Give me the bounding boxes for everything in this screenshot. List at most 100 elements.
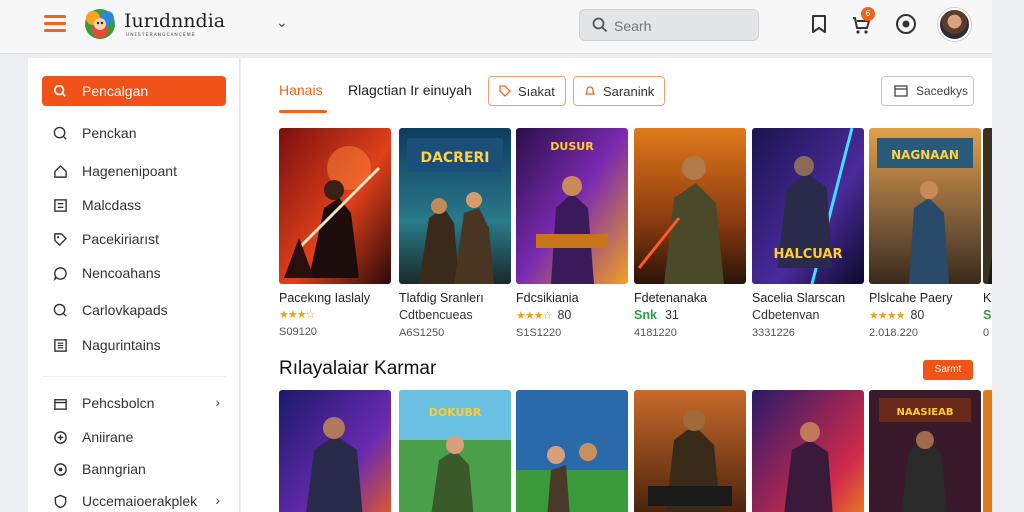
- box-icon: [52, 395, 68, 411]
- home-icon: [52, 163, 68, 179]
- game-title: Fdcsikiania: [516, 291, 579, 305]
- game-card[interactable]: DUSUR Fdcsikiania ★★★☆ 80 S1S1220: [516, 128, 628, 339]
- sidebar-item-pehcsbolcn[interactable]: Pehcsbolcn ›: [42, 388, 226, 418]
- settings-label: Sacedkys: [916, 84, 969, 98]
- game-title: Tlafdig Sranlerı: [399, 291, 484, 305]
- svg-text:DACRERI: DACRERI: [420, 150, 489, 166]
- search-input[interactable]: [614, 15, 754, 37]
- game-cover-image: [279, 128, 391, 284]
- plus-circle-icon: [52, 429, 68, 445]
- search-icon: [52, 125, 68, 141]
- chevron-down-icon[interactable]: ⌄: [276, 14, 288, 31]
- sidebar-item-nagurintains[interactable]: Nagurintains: [42, 330, 226, 360]
- search-box[interactable]: [579, 9, 759, 41]
- main-content: Hanais Rlagctian Ir einuyah Sıakat Saran…: [241, 58, 992, 512]
- sidebar-item-penckan[interactable]: Penckan: [42, 118, 226, 148]
- game-card[interactable]: NI Karkar Sns 0 5 2 2: [983, 128, 992, 339]
- game-title: Karkar: [983, 291, 992, 305]
- rating-value: 31: [664, 308, 679, 322]
- game-cover-image[interactable]: [634, 390, 746, 512]
- sidebar-item-label: Nagurintains: [82, 337, 161, 353]
- game-price: 2.018.220: [869, 327, 918, 339]
- game-rating: ★★★★ 80: [869, 308, 981, 322]
- game-cover-image[interactable]: DOKUBR: [399, 390, 511, 512]
- sidebar-item-label: Hagenenipoant: [82, 163, 177, 179]
- sidebar-item-aniirane[interactable]: Aniirane: [42, 422, 226, 452]
- sidebar-item-label: Malcdass: [82, 197, 142, 213]
- sidebar-item-uccemaioerakplek[interactable]: Uccemaioerakplek ›: [42, 486, 226, 512]
- cover-text: DOKUBR: [429, 406, 482, 419]
- search-icon: [592, 17, 608, 33]
- chevron-right-icon: ›: [215, 492, 220, 508]
- game-price: S1S1220: [516, 327, 562, 339]
- cover-text: NAASIEAB: [897, 407, 954, 418]
- sidebar-item-nencoahans[interactable]: Nencoahans: [42, 258, 226, 288]
- sidebar-item-carlovkapads[interactable]: Carlovkapads: [42, 295, 226, 325]
- sidebar-item-pacekiriarist[interactable]: Pacekiriarıst: [42, 224, 226, 254]
- game-cover-image[interactable]: [983, 390, 992, 512]
- sidebar-item-label: Banngrian: [82, 461, 146, 477]
- svg-text:NAGNAAN: NAGNAAN: [891, 148, 959, 162]
- game-subtitle: Cdtbencueas: [399, 308, 473, 322]
- currency-icon[interactable]: [894, 12, 918, 36]
- svg-text:HALCUAR: HALCUAR: [774, 247, 843, 262]
- menu-icon[interactable]: [44, 15, 66, 33]
- game-card[interactable]: NAGNAAN Plslcahe Paery ★★★★ 80 2.018.220: [869, 128, 981, 339]
- tag-icon: [499, 85, 511, 97]
- rating-value: 80: [910, 308, 925, 322]
- filter-label: Saranink: [603, 83, 655, 99]
- game-cover-image: NI: [983, 128, 992, 284]
- tab-rlagctian[interactable]: Rlagctian Ir einuyah: [348, 82, 472, 98]
- game-price: S09120: [279, 326, 317, 338]
- game-card[interactable]: HALCUAR Sacelia Slarscan Cdbetenvan 3331…: [752, 128, 864, 339]
- app-tagline: ᴜɴɪꜱᴛᴇʀᴀɴɢᴄᴀɴᴄᴇᴍᴇ: [126, 32, 196, 38]
- game-title: Pacekıng Iaslaly: [279, 291, 371, 305]
- app-name: Iurıdnndia: [124, 10, 226, 32]
- shield-icon: [52, 493, 68, 509]
- avatar[interactable]: [938, 8, 971, 41]
- star-rating-icon: ★★★☆: [279, 309, 315, 321]
- svg-text:DUSUR: DUSUR: [550, 140, 594, 153]
- filter-saranink-button[interactable]: Saranink: [573, 76, 666, 106]
- sidebar-item-label: Pencalgan: [82, 83, 149, 99]
- settings-button[interactable]: Sacedkys: [881, 76, 974, 106]
- game-title: Sacelia Slarscan: [752, 291, 846, 305]
- app-logo[interactable]: [82, 6, 118, 42]
- game-subtitle: Cdbetenvan: [752, 308, 820, 322]
- filter-label: Sıakat: [518, 83, 555, 99]
- rating-value: 80: [557, 308, 572, 322]
- sidebar-item-label: Nencoahans: [82, 265, 161, 281]
- sidebar-item-malcdass[interactable]: Malcdass: [42, 190, 226, 220]
- star-rating-icon: ★★★☆: [516, 309, 552, 322]
- game-price: 4181220: [634, 327, 677, 339]
- game-cover-image[interactable]: [752, 390, 864, 512]
- bookmark-icon[interactable]: [807, 12, 831, 36]
- filter-sıakat-button[interactable]: Sıakat: [488, 76, 566, 106]
- game-card[interactable]: Pacekıng Iaslaly ★★★☆ S09120: [279, 128, 391, 338]
- game-cover-image: DUSUR: [516, 128, 628, 284]
- link-icon: [52, 461, 68, 477]
- see-all-button[interactable]: Sarmt: [923, 360, 973, 380]
- tag-icon: [52, 231, 68, 247]
- sidebar-item-pencalgan[interactable]: Pencalgan: [42, 76, 226, 106]
- game-rating: ★★★☆ 80: [516, 308, 628, 322]
- tab-hanais[interactable]: Hanais: [279, 82, 323, 98]
- notification-badge: 6: [861, 7, 875, 21]
- status-badge: Sns: [983, 308, 992, 322]
- sidebar-item-banngrian[interactable]: Banngrian: [42, 454, 226, 484]
- game-cover-image[interactable]: [516, 390, 628, 512]
- sidebar-item-label: Carlovkapads: [82, 302, 168, 318]
- sidebar-item-hagenenipoant[interactable]: Hagenenipoant: [42, 156, 226, 186]
- sidebar-divider: [42, 376, 226, 377]
- game-card[interactable]: Fdetenanaka Snk 31 4181220: [634, 128, 746, 339]
- game-rating: ★★★☆: [279, 308, 391, 321]
- game-cover-image[interactable]: NAASIEAB: [869, 390, 981, 512]
- game-price: A6S1250: [399, 327, 445, 339]
- game-cover-image[interactable]: [279, 390, 391, 512]
- status-badge: Snk: [634, 308, 657, 322]
- game-price: 3331226: [752, 327, 795, 339]
- game-price: 0 5 2 2: [983, 327, 992, 339]
- game-card[interactable]: DACRERI Tlafdig Sranlerı Cdtbencueas A6S…: [399, 128, 511, 339]
- chevron-right-icon: ›: [215, 394, 220, 410]
- game-title: Plslcahe Paery: [869, 291, 953, 305]
